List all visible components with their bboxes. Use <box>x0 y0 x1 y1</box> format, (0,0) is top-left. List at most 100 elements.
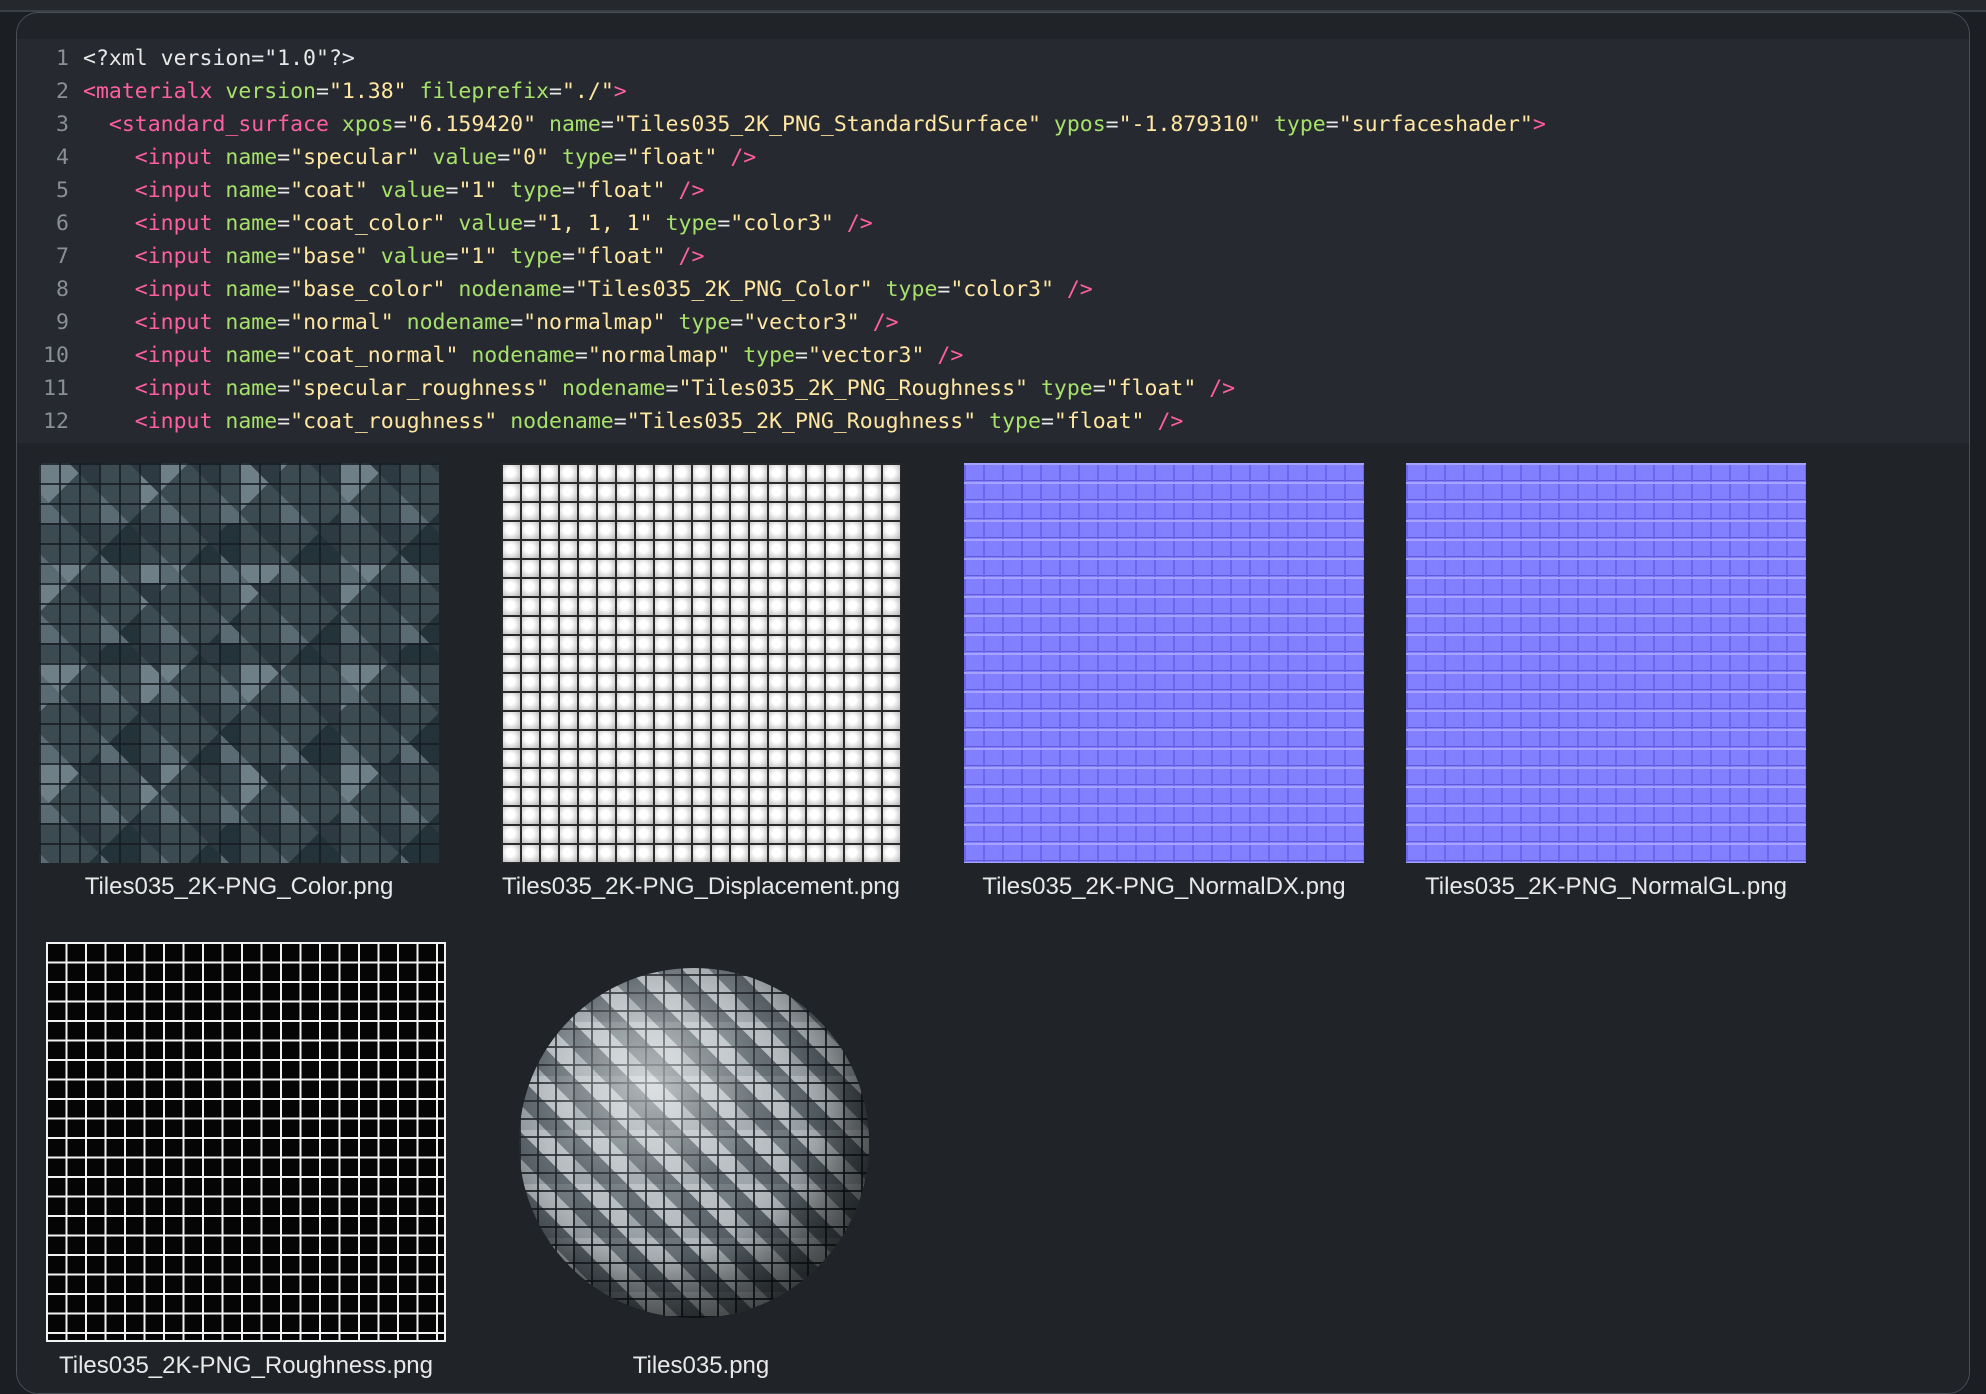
code-token-attr: ypos <box>1053 112 1106 137</box>
code-token-str: "coat_color" <box>290 211 446 236</box>
normal-gl-texture-image[interactable] <box>1406 463 1806 863</box>
code-line: 10 <input name="coat_normal" nodename="n… <box>17 339 963 372</box>
code-token-tag: /> <box>678 244 705 269</box>
code-token-plain: = <box>277 211 291 236</box>
code-token-plain: <?xml version="1.0"?> <box>83 46 355 71</box>
code-token-tag: <input <box>134 376 226 401</box>
code-text: <input name="normal" nodename="normalmap… <box>83 310 899 335</box>
code-token-attr: name <box>225 145 278 170</box>
code-token-plain: = <box>561 277 575 302</box>
code-viewer: 1 <?xml version="1.0"?> 2 <materialx versio… <box>17 39 1969 443</box>
code-token-attr: type <box>678 310 731 335</box>
code-token-attr: type <box>510 178 563 203</box>
code-token-tag: /> <box>678 178 705 203</box>
code-token-plain: = <box>1325 112 1339 137</box>
code-token-plain: = <box>562 244 575 269</box>
code-line: 6 <input name="coat_color" value="1, 1, … <box>17 207 873 240</box>
normal-dx-texture-image[interactable] <box>964 463 1364 863</box>
line-number: 4 <box>56 145 69 170</box>
code-token-plain: = <box>562 178 575 203</box>
code-text: <input name="coat" value="1" type="float… <box>83 178 705 203</box>
thumbnail-caption: Tiles035.png <box>632 1352 770 1379</box>
code-token-plain: = <box>277 277 291 302</box>
code-token-tag: > <box>613 79 627 104</box>
code-token-attr: type <box>665 211 718 236</box>
code-token-plain: = <box>730 310 744 335</box>
code-token-plain: = <box>1105 112 1119 137</box>
code-token-str: "color3" <box>950 277 1054 302</box>
code-text: <materialx version="1.38" fileprefix="./… <box>83 79 627 104</box>
code-token-str: "1.38" <box>328 79 407 104</box>
code-token-plain: = <box>510 310 524 335</box>
color-texture-image[interactable] <box>39 463 439 863</box>
code-token-plain: = <box>613 409 627 434</box>
code-token-attr: name <box>225 376 278 401</box>
code-token-attr: name <box>225 310 278 335</box>
code-token-str: "vector3" <box>743 310 860 335</box>
code-token-str: "coat_normal" <box>290 343 459 368</box>
code-line: 4 <input name="specular" value="0" type=… <box>17 141 756 174</box>
code-text: <input name="base_color" nodename="Tiles… <box>83 277 1093 302</box>
code-token-plain: = <box>523 211 537 236</box>
code-token-str: "1" <box>458 178 498 203</box>
code-token-tag: <input <box>134 343 226 368</box>
line-number: 12 <box>43 409 69 434</box>
code-token-plain: = <box>1092 376 1106 401</box>
line-number: 7 <box>56 244 69 269</box>
line-number: 9 <box>56 310 69 335</box>
thumbnail-caption: Tiles035_2K-PNG_NormalDX.png <box>982 873 1346 900</box>
window-top-edge <box>0 0 1986 12</box>
code-token-tag: <input <box>134 277 226 302</box>
code-token-plain: = <box>574 343 588 368</box>
code-token-plain: = <box>937 277 951 302</box>
code-token-attr: name <box>225 178 278 203</box>
code-token-plain: = <box>393 112 407 137</box>
line-number: 8 <box>56 277 69 302</box>
code-token-attr: name <box>225 409 278 434</box>
displacement-texture-image[interactable] <box>501 463 901 863</box>
code-token-tag: <input <box>134 244 226 269</box>
line-number: 11 <box>43 376 69 401</box>
code-token-plain: = <box>717 211 731 236</box>
code-text: <input name="specular_roughness" nodenam… <box>83 376 1235 401</box>
code-text: <?xml version="1.0"?> <box>83 46 355 71</box>
code-token-str: "normalmap" <box>587 343 731 368</box>
file-preview-panel: 1 <?xml version="1.0"?> 2 <materialx versio… <box>16 12 1970 1394</box>
code-token-plain: = <box>600 112 614 137</box>
code-token-plain: = <box>1040 409 1054 434</box>
thumbnail-caption: Tiles035_2K-PNG_Displacement.png <box>502 873 900 900</box>
code-token-attr: type <box>510 244 563 269</box>
code-token-str: "normal" <box>290 310 394 335</box>
code-token-plain: = <box>795 343 808 368</box>
roughness-texture-image[interactable] <box>46 942 446 1342</box>
code-token-attr: type <box>885 277 938 302</box>
material-preview-sphere[interactable] <box>519 968 869 1318</box>
code-token-tag: /> <box>1209 376 1236 401</box>
code-token-str: "float" <box>1105 376 1197 401</box>
code-token-attr: value <box>380 178 446 203</box>
